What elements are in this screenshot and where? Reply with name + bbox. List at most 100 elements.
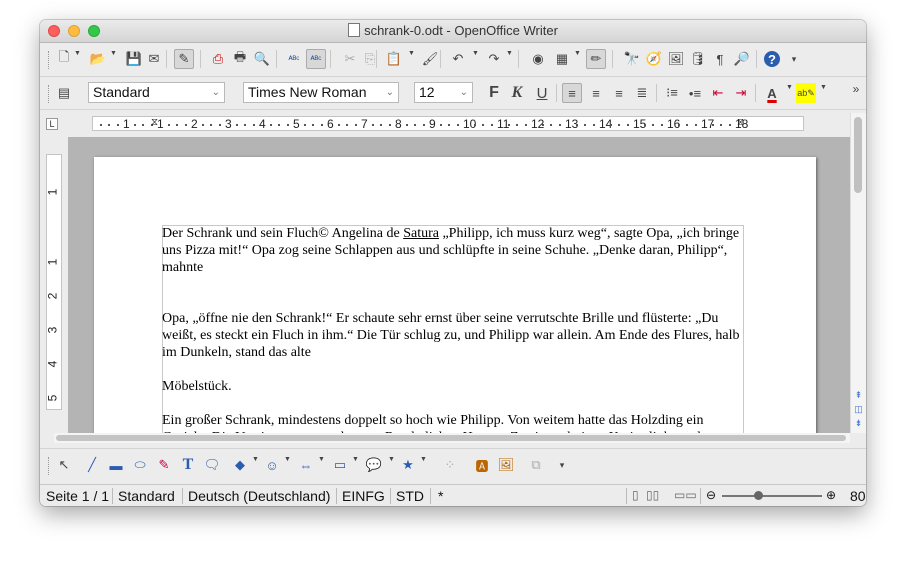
font-color-icon[interactable]: A <box>762 83 782 103</box>
from-file-icon[interactable]: 🖼 <box>496 455 516 475</box>
autospellcheck-icon[interactable]: ᴬᴮᶜ <box>306 49 326 69</box>
line-icon[interactable]: ╱ <box>82 455 102 475</box>
horizontal-scroll-thumb[interactable] <box>56 435 846 441</box>
edit-mode-icon[interactable]: ✎ <box>174 49 194 69</box>
chevron-down-icon[interactable]: ▼ <box>252 456 259 463</box>
book-view-icon[interactable]: ▭▭ <box>674 488 697 502</box>
basic-shapes-icon[interactable]: ◆ <box>230 455 250 475</box>
find-replace-icon[interactable]: 🔭 <box>622 49 642 69</box>
justify-button[interactable]: ≣ <box>632 83 652 103</box>
align-center-button[interactable]: ≡ <box>586 83 606 103</box>
save-icon[interactable]: 💾 <box>124 49 144 69</box>
navigator-icon[interactable]: ◉ <box>528 49 548 69</box>
ellipse-icon[interactable]: ⬭ <box>130 455 150 475</box>
underline-button[interactable]: U <box>532 83 552 103</box>
help-icon[interactable]: ? <box>764 51 780 67</box>
redo-icon[interactable]: ↷ <box>484 49 504 69</box>
chevron-down-icon[interactable]: ▼ <box>472 50 479 57</box>
align-left-button[interactable]: ≡ <box>562 83 582 103</box>
zoom-in-icon[interactable]: ⊕ <box>826 488 836 502</box>
highlighting-icon[interactable]: ab✎ <box>796 83 816 103</box>
zoom-out-icon[interactable]: ⊖ <box>706 488 716 502</box>
zoom-percentage[interactable]: 80 <box>850 488 866 504</box>
text-icon[interactable]: T <box>178 455 198 475</box>
undo-icon[interactable]: ↶ <box>448 49 468 69</box>
stars-icon[interactable]: ★ <box>398 455 418 475</box>
vertical-scrollbar[interactable]: ⇞ ◫ ⇟ <box>850 113 866 433</box>
toolbar-overflow-icon[interactable]: ▾ <box>784 49 804 69</box>
numbering-icon[interactable]: ⁝≡ <box>662 83 682 103</box>
chevron-down-icon[interactable]: ▼ <box>420 456 427 463</box>
extrusion-icon[interactable]: ⧉ <box>526 455 546 475</box>
toolbar-overflow-icon[interactable]: ▾ <box>552 455 572 475</box>
new-icon[interactable]: 🗋 <box>54 49 74 69</box>
freeform-icon[interactable]: ✎ <box>154 455 174 475</box>
rectangle-icon[interactable]: ▬ <box>106 455 126 475</box>
cut-icon[interactable]: ✂ <box>340 49 360 69</box>
chevron-down-icon[interactable]: ▼ <box>284 456 291 463</box>
gallery-icon[interactable]: 🖼 <box>666 49 686 69</box>
chevron-down-icon[interactable]: ▼ <box>318 456 325 463</box>
copy-icon[interactable]: ⎘ <box>360 49 380 69</box>
document-page[interactable]: Der Schrank und sein Fluch© Angelina de … <box>94 157 816 433</box>
multi-page-view-icon[interactable]: ▯▯ <box>646 488 659 502</box>
decrease-indent-icon[interactable]: ⇤ <box>708 83 728 103</box>
symbol-shapes-icon[interactable]: ☺ <box>262 455 282 475</box>
callout-icon[interactable]: 🗨 <box>202 455 222 475</box>
paragraph-style-select[interactable]: Standard ⌄ <box>88 82 225 103</box>
chevron-down-icon[interactable]: ▼ <box>352 456 359 463</box>
chevron-down-icon[interactable]: ▼ <box>408 50 415 57</box>
chevron-down-icon[interactable]: ▼ <box>506 50 513 57</box>
page-style-indicator[interactable]: Standard <box>118 488 175 504</box>
show-draw-functions-icon[interactable]: ✏ <box>586 49 606 69</box>
print-icon[interactable]: 🖶 <box>230 49 250 69</box>
horizontal-ruler[interactable]: 1 1 2 3 4 5 6 7 8 9 10 11 12 13 14 15 16 17 18 ⧖ ⧖ <box>92 116 804 131</box>
previous-page-icon[interactable]: ⇞ <box>852 389 865 401</box>
toolbar-grip[interactable] <box>48 85 51 103</box>
insert-mode-indicator[interactable]: EINFG <box>342 488 385 504</box>
increase-indent-icon[interactable]: ⇥ <box>731 83 751 103</box>
format-paintbrush-icon[interactable]: 🖌 <box>420 49 440 69</box>
table-icon[interactable]: ▦ <box>552 49 572 69</box>
font-size-select[interactable]: 12 ⌄ <box>414 82 473 103</box>
email-icon[interactable]: ✉ <box>144 49 164 69</box>
vertical-ruler[interactable]: 1 1 2 3 4 5 <box>45 154 62 410</box>
document-body[interactable]: Der Schrank und sein Fluch© Angelina de … <box>162 225 744 433</box>
chevron-down-icon[interactable]: ▼ <box>110 50 117 57</box>
chevron-down-icon[interactable]: ▼ <box>786 84 793 91</box>
indent-marker-icon[interactable]: ⧖ <box>737 117 744 128</box>
export-pdf-icon[interactable]: ⎙ <box>208 49 228 69</box>
chevron-down-icon[interactable]: ▼ <box>574 50 581 57</box>
spellcheck-icon[interactable]: ᴬᴮᶜ <box>284 49 304 69</box>
data-sources-icon[interactable]: 🛢 <box>688 49 708 69</box>
language-indicator[interactable]: Deutsch (Deutschland) <box>188 488 330 504</box>
bullets-icon[interactable]: •≡ <box>685 83 705 103</box>
flowcharts-icon[interactable]: ▭ <box>330 455 350 475</box>
styles-and-formatting-icon[interactable]: ▤ <box>54 83 74 103</box>
zoom-slider-track[interactable] <box>722 495 822 497</box>
compass-icon[interactable]: 🧭 <box>644 49 664 69</box>
open-icon[interactable]: 📂 <box>88 49 108 69</box>
select-arrow-icon[interactable]: ↖ <box>54 455 74 475</box>
document-modified-indicator[interactable]: * <box>438 488 443 504</box>
toolbar-grip[interactable] <box>48 51 51 69</box>
fontwork-icon[interactable]: 🅰 <box>472 455 492 475</box>
callouts-icon[interactable]: 💬 <box>364 455 384 475</box>
tab-stop-selector[interactable]: L <box>46 118 58 130</box>
single-page-view-icon[interactable]: ▯ <box>632 488 639 502</box>
bold-button[interactable]: F <box>484 83 504 103</box>
align-right-button[interactable]: ≡ <box>609 83 629 103</box>
paste-icon[interactable]: 📋 <box>384 49 404 69</box>
formatting-marks-icon[interactable]: ¶ <box>710 49 730 69</box>
points-icon[interactable]: ⁘ <box>440 455 460 475</box>
block-arrows-icon[interactable]: ⇔ <box>296 455 316 475</box>
zoom-icon[interactable]: 🔎 <box>732 49 752 69</box>
chevron-down-icon[interactable]: ▼ <box>74 50 81 57</box>
horizontal-scrollbar[interactable] <box>54 433 850 443</box>
toolbar-overflow-icon[interactable]: » <box>846 79 866 99</box>
font-name-select[interactable]: Times New Roman ⌄ <box>243 82 399 103</box>
chevron-down-icon[interactable]: ▼ <box>820 84 827 91</box>
chevron-down-icon[interactable]: ▼ <box>388 456 395 463</box>
toolbar-grip[interactable] <box>48 457 51 475</box>
indent-marker-icon[interactable]: ⧖ <box>151 117 158 128</box>
